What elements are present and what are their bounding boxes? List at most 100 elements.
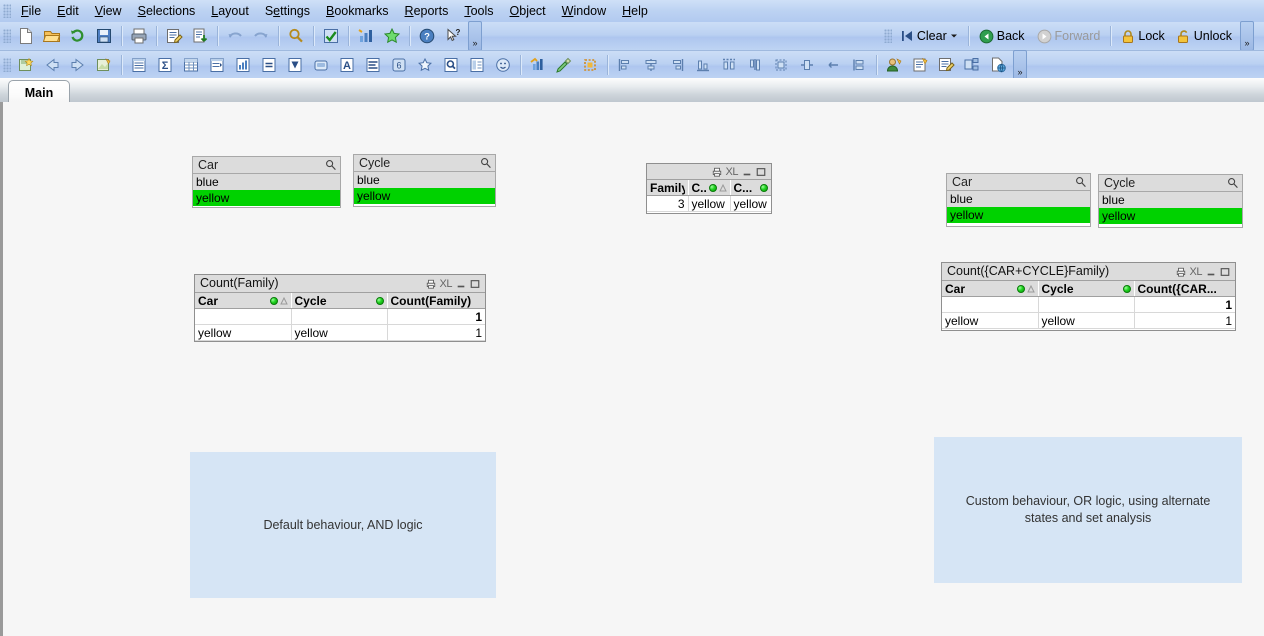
new-chart-icon[interactable] bbox=[231, 53, 255, 77]
table-cell[interactable]: yellow bbox=[195, 324, 292, 341]
menu-window[interactable]: Window bbox=[554, 2, 614, 20]
table-cell[interactable]: yellow bbox=[730, 195, 771, 212]
align-top-icon[interactable] bbox=[743, 53, 767, 77]
tab-main[interactable]: Main bbox=[8, 80, 70, 104]
standard-toolbar-overflow[interactable]: » bbox=[468, 21, 482, 51]
space-equally-v-icon[interactable] bbox=[847, 53, 871, 77]
table-row[interactable]: yellow yellow 1 bbox=[942, 312, 1235, 329]
new-current-selections-icon[interactable] bbox=[283, 53, 307, 77]
forward-button[interactable]: Forward bbox=[1031, 22, 1107, 50]
listbox-row[interactable]: yellow bbox=[193, 190, 340, 206]
search-icon[interactable] bbox=[1075, 176, 1087, 188]
listbox-car-alternate[interactable]: Car blue yellow bbox=[946, 173, 1091, 227]
table-header-cell[interactable]: Cycle bbox=[1038, 281, 1135, 297]
menu-object[interactable]: Object bbox=[502, 2, 554, 20]
listbox-cycle-alternate[interactable]: Cycle blue yellow bbox=[1098, 174, 1243, 228]
clear-button[interactable]: Clear bbox=[894, 22, 964, 50]
listbox-row[interactable]: blue bbox=[947, 191, 1090, 207]
undo-icon[interactable] bbox=[223, 24, 247, 48]
edit-script-icon[interactable] bbox=[162, 24, 186, 48]
align-bottom-icon[interactable] bbox=[691, 53, 715, 77]
listbox-row[interactable]: yellow bbox=[947, 207, 1090, 223]
print-icon[interactable] bbox=[426, 279, 436, 289]
space-equally-h-icon[interactable] bbox=[821, 53, 845, 77]
reload-icon[interactable] bbox=[66, 24, 90, 48]
context-help-icon[interactable]: ? bbox=[441, 24, 465, 48]
quick-chart-icon[interactable] bbox=[354, 24, 378, 48]
table-cell[interactable]: 3 bbox=[647, 195, 689, 212]
maximize-icon[interactable] bbox=[1220, 267, 1230, 277]
back-button[interactable]: Back bbox=[973, 22, 1031, 50]
distribute-h-icon[interactable] bbox=[717, 53, 741, 77]
save-icon[interactable] bbox=[92, 24, 116, 48]
expression-overview-icon[interactable] bbox=[526, 53, 550, 77]
minimize-icon[interactable] bbox=[742, 167, 752, 177]
listbox-row[interactable]: blue bbox=[193, 174, 340, 190]
new-search-object-icon[interactable] bbox=[439, 53, 463, 77]
table-header-cell[interactable]: Cycle bbox=[291, 293, 388, 309]
table-count-set-analysis[interactable]: Count({CAR+CYCLE}Family) XL Car Cycle Co… bbox=[941, 262, 1236, 331]
align-right-icon[interactable] bbox=[665, 53, 689, 77]
design-toolbar-overflow[interactable]: » bbox=[1013, 50, 1027, 80]
excel-export-icon[interactable]: XL bbox=[440, 278, 453, 290]
design-toolbar-grip[interactable] bbox=[3, 58, 11, 72]
new-bookmark-object-icon[interactable] bbox=[413, 53, 437, 77]
table-cell[interactable]: yellow bbox=[291, 324, 388, 341]
selections-toolbar-overflow[interactable]: » bbox=[1240, 21, 1254, 51]
table-cell[interactable]: yellow bbox=[1038, 312, 1135, 329]
object-layout-icon[interactable] bbox=[960, 53, 984, 77]
table-row[interactable]: 3 yellow yellow bbox=[647, 195, 771, 212]
sheet-properties-icon[interactable] bbox=[92, 53, 116, 77]
listbox-row[interactable]: blue bbox=[354, 172, 495, 188]
menu-layout[interactable]: Layout bbox=[203, 2, 257, 20]
print-icon[interactable] bbox=[127, 24, 151, 48]
new-line-arrow-icon[interactable] bbox=[361, 53, 385, 77]
table-cell[interactable]: 1 bbox=[387, 324, 485, 341]
table-cell[interactable]: yellow bbox=[688, 195, 731, 212]
new-text-object-icon[interactable]: A bbox=[335, 53, 359, 77]
menu-view[interactable]: View bbox=[87, 2, 130, 20]
table-cell[interactable]: yellow bbox=[942, 312, 1039, 329]
minimize-icon[interactable] bbox=[1206, 267, 1216, 277]
favorites-icon[interactable] bbox=[380, 24, 404, 48]
promote-sheet-icon[interactable] bbox=[40, 53, 64, 77]
sheet-props-icon[interactable] bbox=[934, 53, 958, 77]
selections-toolbar-grip[interactable] bbox=[883, 29, 892, 43]
menu-reports[interactable]: Reports bbox=[397, 2, 457, 20]
design-grid-icon[interactable] bbox=[552, 53, 576, 77]
snap-to-grid-icon[interactable] bbox=[578, 53, 602, 77]
listbox-row[interactable]: yellow bbox=[1099, 208, 1242, 224]
new-input-box-icon[interactable] bbox=[257, 53, 281, 77]
print-icon[interactable] bbox=[1176, 267, 1186, 277]
redo-icon[interactable] bbox=[249, 24, 273, 48]
excel-export-icon[interactable]: XL bbox=[726, 166, 739, 178]
listbox-row[interactable]: blue bbox=[1099, 192, 1242, 208]
user-icon[interactable] bbox=[882, 53, 906, 77]
lock-button[interactable]: Lock bbox=[1115, 22, 1170, 50]
minimize-icon[interactable] bbox=[456, 279, 466, 289]
search-icon[interactable] bbox=[284, 24, 308, 48]
new-slider-icon[interactable]: 6 bbox=[387, 53, 411, 77]
table-cell[interactable]: 1 bbox=[1134, 312, 1235, 329]
menu-selections[interactable]: Selections bbox=[130, 2, 204, 20]
demote-sheet-icon[interactable] bbox=[66, 53, 90, 77]
select-possible-icon[interactable] bbox=[319, 24, 343, 48]
align-center-h-icon[interactable] bbox=[639, 53, 663, 77]
menu-file[interactable]: FFileile bbox=[13, 2, 49, 20]
new-document-icon[interactable] bbox=[14, 24, 38, 48]
document-properties-icon[interactable] bbox=[908, 53, 932, 77]
print-icon[interactable] bbox=[712, 167, 722, 177]
menu-help[interactable]: Help bbox=[614, 2, 656, 20]
menu-settings[interactable]: Settings bbox=[257, 2, 318, 20]
table-family-overview[interactable]: XL Family C... bbox=[646, 163, 772, 214]
search-icon[interactable] bbox=[480, 157, 492, 169]
text-object-default-behaviour[interactable]: Default behaviour, AND logic bbox=[190, 452, 496, 598]
new-table-box-icon[interactable] bbox=[179, 53, 203, 77]
new-custom-object-icon[interactable] bbox=[491, 53, 515, 77]
table-row[interactable]: yellow yellow 1 bbox=[195, 324, 485, 341]
maximize-icon[interactable] bbox=[470, 279, 480, 289]
open-document-icon[interactable] bbox=[40, 24, 64, 48]
new-container-icon[interactable] bbox=[465, 53, 489, 77]
table-header-cell[interactable]: Count({CAR... bbox=[1134, 281, 1235, 297]
listbox-row[interactable]: yellow bbox=[354, 188, 495, 204]
